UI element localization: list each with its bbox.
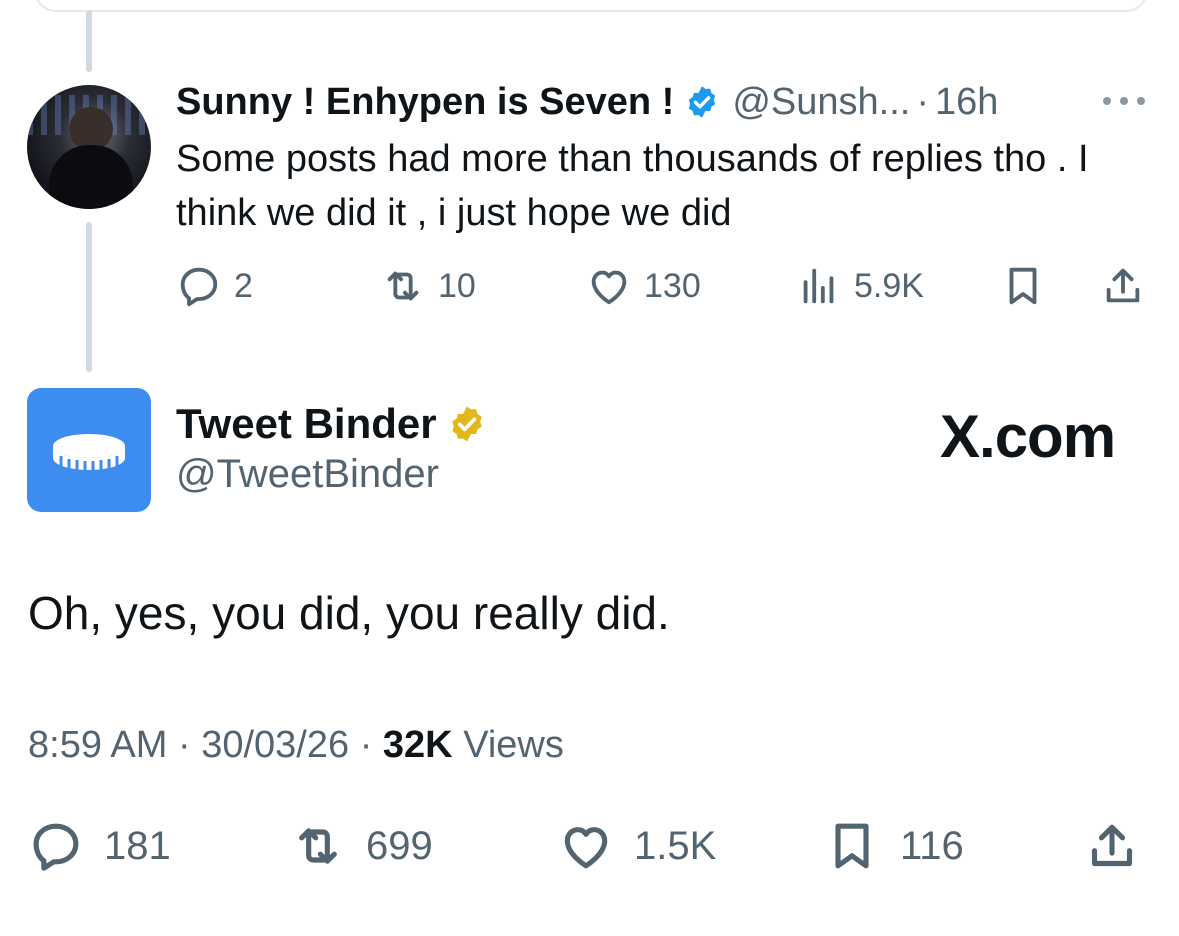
share-button[interactable] (1084, 818, 1140, 874)
repost-count: 699 (366, 823, 433, 868)
previous-post-card (34, 0, 1148, 12)
tweetbinder-avatar[interactable] (27, 388, 151, 512)
more-options-icon[interactable] (1100, 94, 1148, 108)
reply-action-bar: 2 10 130 5.9K (176, 262, 1156, 310)
repost-icon (387, 271, 419, 301)
tweet-text: Oh, yes, you did, you really did. (28, 587, 670, 639)
repost-count: 10 (438, 266, 476, 305)
reply-header: Sunny ! Enhypen is Seven ! @Sunsh... · 1… (176, 80, 998, 124)
share-icon (1106, 268, 1140, 303)
bookmark-button[interactable]: 116 (824, 818, 964, 874)
reply-count: 2 (234, 266, 253, 305)
verified-badge-icon (689, 86, 716, 118)
share-button[interactable] (1100, 262, 1146, 310)
tweet-meta: 8:59 AM · 30/03/26 · 32K Views (28, 724, 564, 767)
reply-timestamp[interactable]: 16h (935, 81, 998, 124)
reply-icon (33, 823, 79, 871)
like-button[interactable]: 130 (586, 262, 701, 310)
thread-line (86, 10, 92, 72)
views-button[interactable]: 5.9K (796, 262, 924, 310)
like-count: 1.5K (634, 823, 717, 868)
reply-handle[interactable]: @Sunsh... (732, 81, 910, 124)
repost-button[interactable]: 10 (380, 262, 476, 310)
reply-display-name[interactable]: Sunny ! Enhypen is Seven ! (176, 81, 674, 124)
tweet-views-label: Views (463, 724, 564, 766)
reply-button[interactable]: 181 (28, 818, 171, 874)
tweet-time[interactable]: 8:59 AM (28, 724, 167, 766)
tweet-views-count: 32K (382, 724, 453, 766)
separator: · (916, 80, 929, 123)
repost-icon (299, 828, 337, 864)
bookmark-button[interactable] (1000, 262, 1046, 310)
x-com-logo: X.com (940, 403, 1116, 470)
tweet-date[interactable]: 30/03/26 (201, 724, 349, 766)
reply-button[interactable]: 2 (176, 262, 253, 310)
tweet-author-row: Tweet Binder (176, 400, 487, 448)
bookmark-count: 116 (900, 823, 964, 868)
bookmark-icon (835, 823, 869, 869)
separator: · (359, 724, 373, 766)
heart-icon (591, 270, 627, 305)
views-count: 5.9K (854, 266, 924, 305)
heart-icon (564, 827, 608, 869)
tweet-action-bar: 181 699 1.5K 116 (28, 818, 1158, 874)
bookmark-icon (1009, 267, 1037, 305)
tweetbinder-logo-icon (53, 434, 125, 471)
verified-org-badge-icon (451, 406, 482, 442)
repost-button[interactable]: 699 (290, 818, 433, 874)
reply-text: Some posts had more than thousands of re… (176, 138, 1089, 234)
separator: · (177, 724, 191, 766)
thread-line (86, 222, 92, 372)
like-button[interactable]: 1.5K (558, 818, 716, 874)
share-icon (1091, 824, 1133, 867)
reply-avatar[interactable] (27, 85, 151, 209)
reply-count: 181 (104, 823, 171, 868)
tweet-handle[interactable]: @TweetBinder (176, 452, 439, 497)
tweet-display-name[interactable]: Tweet Binder (176, 400, 437, 448)
like-count: 130 (644, 266, 701, 305)
analytics-icon (803, 268, 834, 304)
reply-icon (180, 267, 218, 307)
